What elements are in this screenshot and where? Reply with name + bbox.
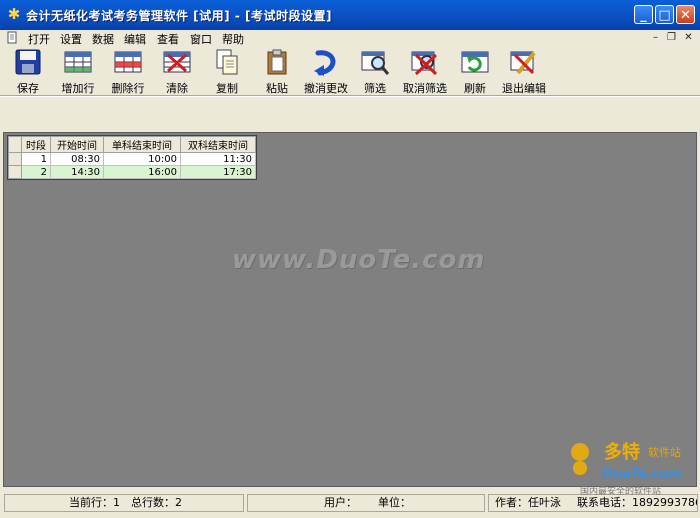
paste-icon (267, 49, 287, 75)
toolbar: 保存 增加行 删除行 清除 复制 粘贴 撤消更改 筛选 取消筛选 刷新 退出编辑 (0, 47, 700, 96)
mdi-workspace: 时段 开始时间 单科结束时间 双科结束时间 1 08:30 10:00 11:3… (3, 132, 697, 487)
cell-period[interactable]: 2 (21, 165, 51, 179)
row-selector[interactable] (8, 165, 22, 179)
logo-brand: 多特 (604, 441, 640, 463)
status-author: 作者：任叶泳 (495, 496, 561, 509)
save-button[interactable]: 保存 (10, 49, 46, 95)
clear-label: 清除 (166, 82, 188, 95)
cancel-filter-button[interactable]: 取消筛选 (402, 49, 448, 95)
app-icon[interactable]: ✱ (6, 6, 22, 22)
logo-site: DuoTe.com (602, 467, 682, 482)
filter-icon (361, 51, 390, 75)
duote-logo: 多特 软件站 DuoTe.com 国内最安全的软件站 (566, 438, 698, 498)
row-selector[interactable] (8, 152, 22, 166)
copy-label: 复制 (216, 82, 238, 95)
refresh-button[interactable]: 刷新 (458, 49, 492, 95)
menu-bar: 打开 设置 数据 编辑 查看 窗口 帮助 – ❐ ✕ (0, 30, 700, 47)
close-button[interactable]: ✕ (676, 5, 695, 24)
delete-row-icon (114, 51, 142, 73)
exam-period-grid[interactable]: 时段 开始时间 单科结束时间 双科结束时间 1 08:30 10:00 11:3… (7, 135, 257, 180)
paste-label: 粘贴 (266, 82, 288, 95)
exit-edit-label: 退出编辑 (502, 82, 546, 95)
copy-button[interactable]: 复制 (210, 49, 244, 95)
copy-icon (216, 49, 238, 75)
mdi-restore-icon[interactable]: ❐ (665, 32, 678, 44)
cancel-filter-icon (411, 51, 438, 76)
column-header-period[interactable]: 时段 (21, 136, 51, 153)
paste-button[interactable]: 粘贴 (260, 49, 294, 95)
menu-edit[interactable]: 编辑 (124, 31, 146, 47)
logo-slogan: 国内最安全的软件站 (580, 485, 661, 497)
add-row-button[interactable]: 增加行 (58, 49, 98, 95)
mdi-minimize-icon[interactable]: – (649, 32, 662, 44)
minimize-button[interactable]: _ (634, 5, 653, 24)
status-unit: 单位： (378, 496, 411, 509)
menu-data[interactable]: 数据 (92, 31, 114, 47)
filter-button[interactable]: 筛选 (358, 49, 392, 95)
grid-header-row: 时段 开始时间 单科结束时间 双科结束时间 (8, 136, 256, 153)
undo-button[interactable]: 撤消更改 (302, 49, 350, 95)
save-label: 保存 (17, 82, 39, 95)
refresh-label: 刷新 (464, 82, 486, 95)
title-bar[interactable]: ✱ 会计无纸化考试考务管理软件 [试用] - [考试时段设置] _ □ ✕ (0, 0, 700, 30)
cell-single-end-time[interactable]: 16:00 (103, 165, 181, 179)
floppy-disk-icon (15, 49, 41, 75)
clear-button[interactable]: 清除 (160, 49, 194, 95)
document-icon[interactable] (6, 31, 19, 44)
add-row-icon (64, 51, 92, 73)
column-header-start-time[interactable]: 开始时间 (50, 136, 104, 153)
menu-settings[interactable]: 设置 (60, 31, 82, 47)
delete-row-button[interactable]: 删除行 (108, 49, 148, 95)
mdi-close-icon[interactable]: ✕ (682, 32, 695, 44)
window-title: 会计无纸化考试考务管理软件 [试用] - [考试时段设置] (26, 9, 332, 23)
add-row-label: 增加行 (61, 82, 95, 95)
undo-label: 撤消更改 (304, 82, 348, 95)
status-total-rows: 总行数：2 (131, 496, 182, 509)
delete-row-label: 删除行 (111, 82, 145, 95)
filter-label: 筛选 (364, 82, 386, 95)
exit-edit-button[interactable]: 退出编辑 (500, 49, 548, 95)
cell-single-end-time[interactable]: 10:00 (103, 152, 181, 166)
undo-icon (314, 50, 336, 76)
menu-view[interactable]: 查看 (157, 31, 179, 47)
cancel-filter-label: 取消筛选 (403, 82, 447, 95)
clear-grid-icon (163, 51, 191, 73)
cell-period[interactable]: 1 (21, 152, 51, 166)
exit-edit-icon (510, 51, 536, 75)
status-user: 用户： (324, 496, 357, 509)
maximize-button[interactable]: □ (655, 5, 674, 24)
duote-logo-graphic: 多特 软件站 DuoTe.com 国内最安全的软件站 (571, 441, 682, 497)
watermark-text: www.DuoTe.com (232, 245, 486, 275)
refresh-icon (461, 51, 489, 73)
status-panel-user: 用户： 单位： (247, 494, 485, 512)
menu-open[interactable]: 打开 (28, 31, 50, 47)
table-row[interactable]: 2 14:30 16:00 17:30 (8, 165, 256, 179)
menu-help[interactable]: 帮助 (222, 31, 244, 47)
table-row[interactable]: 1 08:30 10:00 11:30 (8, 152, 256, 166)
cell-double-end-time[interactable]: 17:30 (180, 165, 256, 179)
column-header-single-end-time[interactable]: 单科结束时间 (103, 136, 181, 153)
menu-window[interactable]: 窗口 (190, 31, 212, 47)
logo-sub: 软件站 (648, 445, 681, 459)
row-selector-header[interactable] (8, 136, 22, 153)
toolbar-spacer (0, 96, 700, 133)
cell-start-time[interactable]: 14:30 (50, 165, 104, 179)
column-header-double-end-time[interactable]: 双科结束时间 (180, 136, 256, 153)
status-panel-rows: 当前行：1 总行数：2 (4, 494, 244, 512)
cell-double-end-time[interactable]: 11:30 (180, 152, 256, 166)
status-current-row: 当前行：1 (69, 496, 120, 509)
cell-start-time[interactable]: 08:30 (50, 152, 104, 166)
